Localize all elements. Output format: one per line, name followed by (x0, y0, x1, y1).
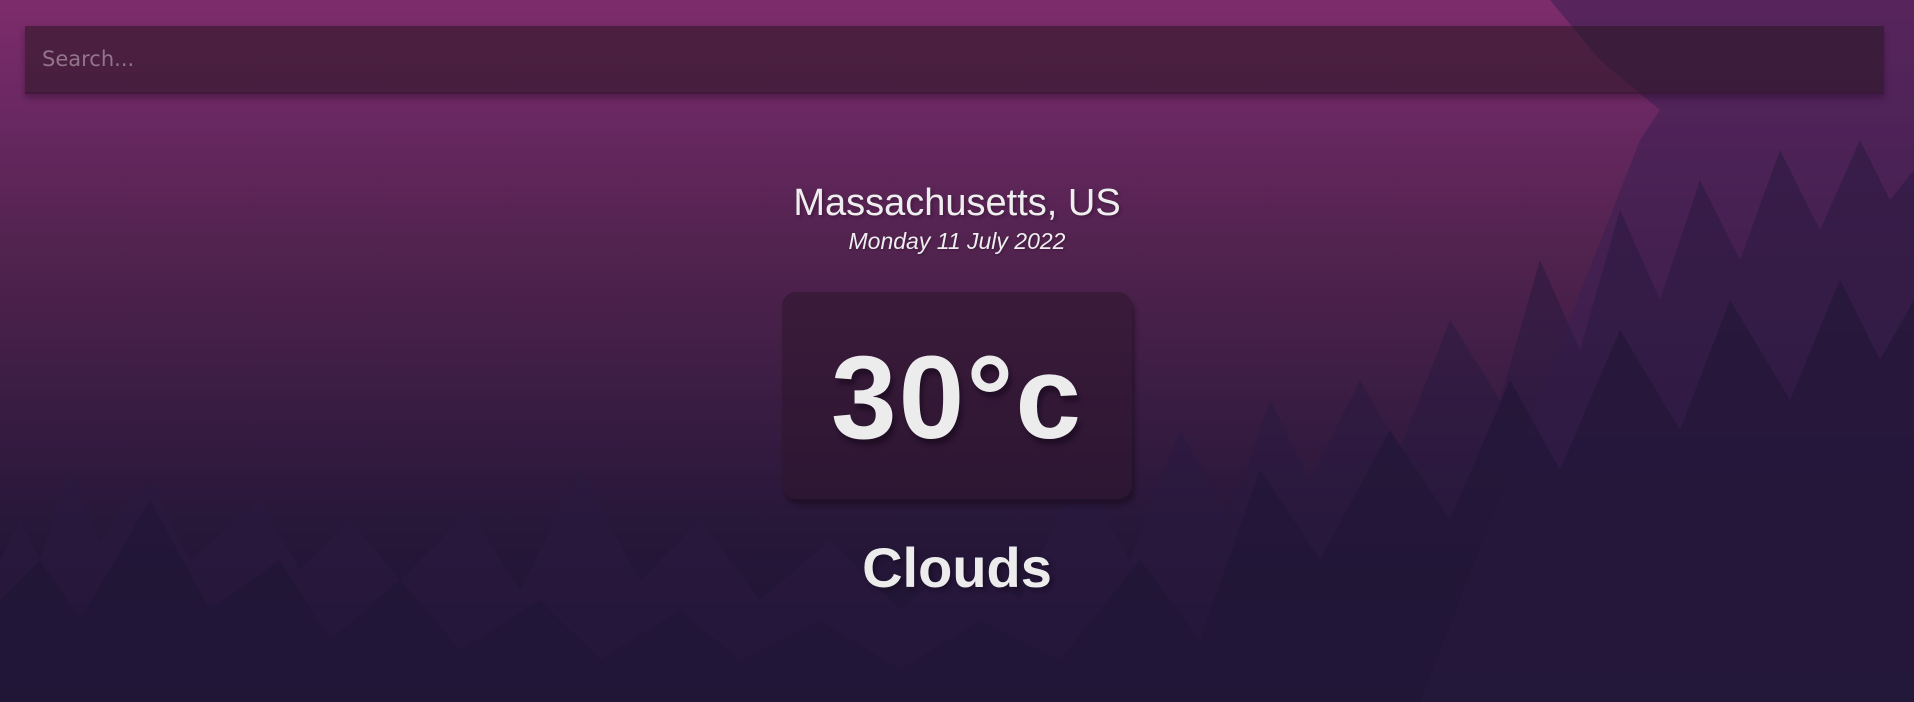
search-input[interactable] (25, 26, 1884, 92)
location-name: Massachusetts, US (793, 182, 1121, 224)
weather-app: Massachusetts, US Monday 11 July 2022 30… (0, 0, 1914, 702)
search-bar[interactable] (25, 26, 1884, 94)
weather-condition: Clouds (862, 536, 1052, 599)
current-date: Monday 11 July 2022 (848, 228, 1066, 254)
temperature-value: 30°c (830, 331, 1084, 464)
temperature-card: 30°c (782, 292, 1132, 499)
